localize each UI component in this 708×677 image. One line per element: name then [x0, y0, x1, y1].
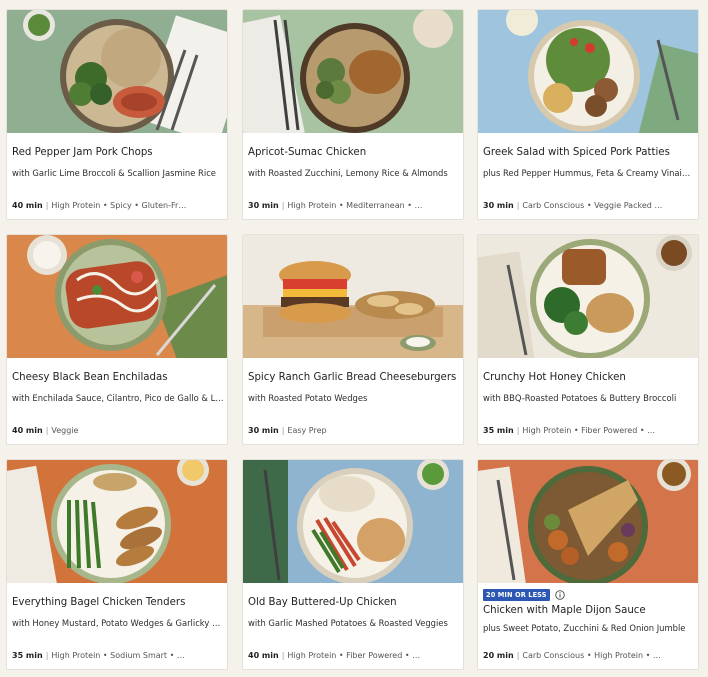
- recipe-meta: 30 min | Easy Prep: [248, 425, 460, 436]
- recipe-tags: High Protein • Mediterranean • …: [287, 201, 423, 210]
- cook-time: 30 min: [248, 426, 279, 435]
- recipe-tags: High Protein • Spicy • Gluten-Fr…: [51, 201, 187, 210]
- meta-divider: |: [281, 426, 285, 435]
- recipe-title[interactable]: Crunchy Hot Honey Chicken: [483, 371, 695, 384]
- greek-salad-photo: [478, 10, 698, 133]
- recipe-subtitle: with Roasted Zucchini, Lemony Rice & Alm…: [248, 168, 448, 178]
- recipe-card[interactable]: Everything Bagel Chicken Tenders with Ho…: [6, 459, 228, 670]
- recipe-subtitle: with Garlic Mashed Potatoes & Roasted Ve…: [248, 618, 448, 628]
- recipe-title[interactable]: Everything Bagel Chicken Tenders: [12, 596, 224, 609]
- recipe-photo[interactable]: [7, 10, 227, 133]
- pork-chops-photo: [7, 10, 227, 133]
- recipe-meta: 35 min | High Protein • Sodium Smart • …: [12, 650, 224, 661]
- recipe-card[interactable]: 20 MIN OR LESS Chicken with Maple Dijon …: [477, 459, 699, 670]
- recipe-subtitle: with Roasted Potato Wedges: [248, 393, 368, 403]
- recipe-title[interactable]: Cheesy Black Bean Enchiladas: [12, 371, 224, 384]
- recipe-title[interactable]: Old Bay Buttered-Up Chicken: [248, 596, 460, 609]
- apricot-chicken-photo: [243, 10, 463, 133]
- recipe-tags: High Protein • Fiber Powered • …: [287, 651, 421, 660]
- recipe-subtitle: with Enchilada Sauce, Cilantro, Pico de …: [12, 393, 224, 403]
- meta-divider: |: [516, 426, 520, 435]
- recipe-meta: 40 min | High Protein • Fiber Powered • …: [248, 650, 460, 661]
- recipe-card[interactable]: Cheesy Black Bean Enchiladas with Enchil…: [6, 234, 228, 445]
- recipe-card[interactable]: Greek Salad with Spiced Pork Patties plu…: [477, 9, 699, 220]
- recipe-card[interactable]: Crunchy Hot Honey Chicken with BBQ-Roast…: [477, 234, 699, 445]
- chicken-tenders-photo: [7, 460, 227, 583]
- cook-time: 40 min: [248, 651, 279, 660]
- meta-divider: |: [516, 651, 520, 660]
- meta-divider: |: [516, 201, 520, 210]
- recipe-subtitle: plus Sweet Potato, Zucchini & Red Onion …: [483, 623, 686, 633]
- info-icon[interactable]: [554, 590, 565, 600]
- recipe-photo[interactable]: [243, 460, 463, 583]
- recipe-tags: High Protein • Sodium Smart • …: [51, 651, 185, 660]
- recipe-card[interactable]: Red Pepper Jam Pork Chops with Garlic Li…: [6, 9, 228, 220]
- recipe-meta: 30 min | Carb Conscious • Veggie Packed …: [483, 200, 695, 211]
- recipe-meta: 40 min | High Protein • Spicy • Gluten-Fr…: [12, 200, 224, 211]
- recipe-title[interactable]: Greek Salad with Spiced Pork Patties: [483, 146, 695, 159]
- recipe-photo[interactable]: [243, 235, 463, 358]
- recipe-title[interactable]: Red Pepper Jam Pork Chops: [12, 146, 224, 159]
- recipe-tags: Carb Conscious • Veggie Packed …: [522, 201, 663, 210]
- recipe-tags: Easy Prep: [287, 426, 327, 435]
- recipe-meta: 40 min | Veggie: [12, 425, 224, 436]
- recipe-photo[interactable]: [7, 460, 227, 583]
- recipe-photo[interactable]: [478, 10, 698, 133]
- recipe-meta: 30 min | High Protein • Mediterranean • …: [248, 200, 460, 211]
- meta-divider: |: [45, 426, 49, 435]
- cook-time: 30 min: [248, 201, 279, 210]
- cheeseburger-photo: [243, 235, 463, 358]
- recipe-tags: High Protein • Fiber Powered • …: [522, 426, 656, 435]
- meta-divider: |: [281, 201, 285, 210]
- recipe-card[interactable]: Spicy Ranch Garlic Bread Cheeseburgers w…: [242, 234, 464, 445]
- recipe-tags: Veggie: [51, 426, 79, 435]
- recipe-subtitle: with BBQ-Roasted Potatoes & Buttery Broc…: [483, 393, 677, 403]
- recipe-title[interactable]: Apricot-Sumac Chicken: [248, 146, 460, 159]
- recipe-subtitle: with Garlic Lime Broccoli & Scallion Jas…: [12, 168, 216, 178]
- cook-time: 20 min: [483, 651, 514, 660]
- cook-time: 40 min: [12, 426, 43, 435]
- recipe-photo[interactable]: [478, 235, 698, 358]
- recipe-subtitle: with Honey Mustard, Potato Wedges & Garl…: [12, 618, 224, 628]
- enchiladas-photo: [7, 235, 227, 358]
- recipe-photo[interactable]: [478, 460, 698, 583]
- recipe-card[interactable]: Old Bay Buttered-Up Chicken with Garlic …: [242, 459, 464, 670]
- cook-time: 35 min: [483, 426, 514, 435]
- hot-honey-chicken-photo: [478, 235, 698, 358]
- recipe-photo[interactable]: [7, 235, 227, 358]
- recipe-photo[interactable]: [243, 10, 463, 133]
- recipe-meta: 35 min | High Protein • Fiber Powered • …: [483, 425, 695, 436]
- recipe-meta: 20 min | Carb Conscious • High Protein • …: [483, 650, 695, 661]
- meta-divider: |: [45, 651, 49, 660]
- recipe-grid: Red Pepper Jam Pork Chops with Garlic Li…: [0, 0, 708, 677]
- recipe-title[interactable]: Chicken with Maple Dijon Sauce: [483, 604, 695, 617]
- maple-dijon-chicken-photo: [478, 460, 698, 583]
- meta-divider: |: [281, 651, 285, 660]
- recipe-card[interactable]: Apricot-Sumac Chicken with Roasted Zucch…: [242, 9, 464, 220]
- cook-time: 40 min: [12, 201, 43, 210]
- recipe-title[interactable]: Spicy Ranch Garlic Bread Cheeseburgers: [248, 371, 460, 384]
- cook-time: 30 min: [483, 201, 514, 210]
- quick-badge: 20 MIN OR LESS: [483, 589, 550, 601]
- recipe-tags: Carb Conscious • High Protein • …: [522, 651, 661, 660]
- cook-time: 35 min: [12, 651, 43, 660]
- old-bay-chicken-photo: [243, 460, 463, 583]
- badge-row: 20 MIN OR LESS: [483, 589, 565, 601]
- meta-divider: |: [45, 201, 49, 210]
- recipe-subtitle: plus Red Pepper Hummus, Feta & Creamy Vi…: [483, 168, 695, 178]
